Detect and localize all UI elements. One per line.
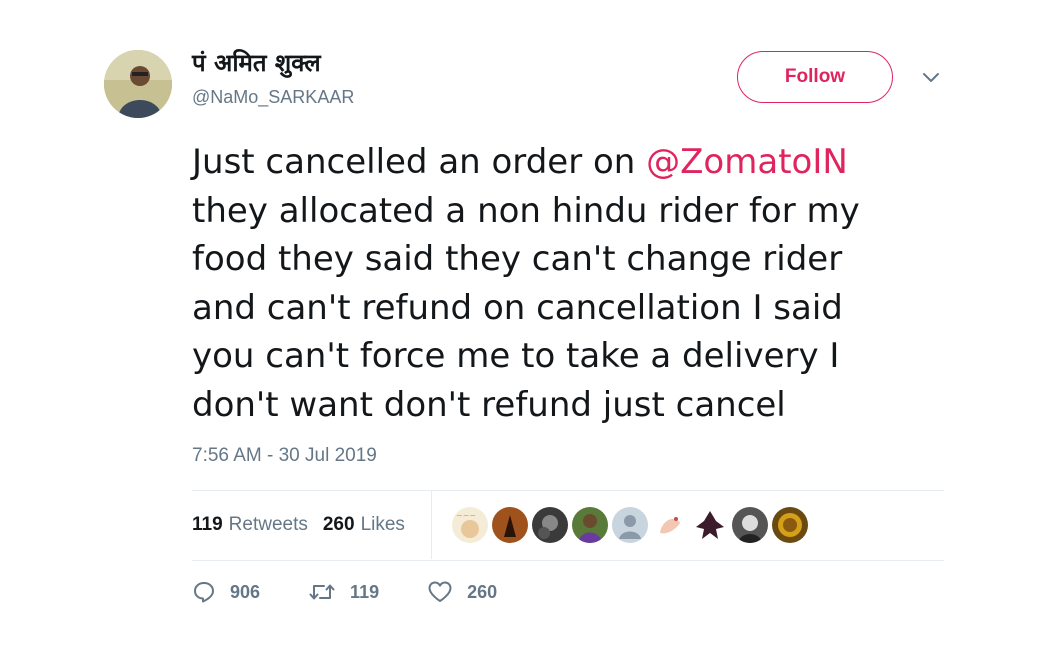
tweet-actions: 906 119 260 — [192, 580, 497, 604]
liker-avatar[interactable] — [692, 507, 728, 543]
retweet-action[interactable]: 119 — [308, 580, 379, 604]
tweet-line-text: Just cancelled an order on — [192, 142, 647, 182]
heart-icon — [428, 581, 452, 602]
liker-avatar[interactable] — [652, 507, 688, 543]
retweet-icon — [309, 584, 335, 600]
engagement-stats: 119 Retweets 260 Likes ~~~ — [192, 491, 944, 559]
tweet-line: you can't force me to take a delivery I — [192, 336, 840, 376]
author-name[interactable]: पं अमित शुक्ल — [192, 48, 321, 78]
retweets-label[interactable]: Retweets — [229, 514, 308, 536]
tweet-line: don't want don't refund just cancel — [192, 384, 786, 425]
reply-icon — [194, 582, 214, 603]
likes-count[interactable]: 260 — [323, 514, 355, 536]
reply-action[interactable]: 906 — [192, 580, 260, 604]
tweet-card: पं अमित शुक्ल @NaMo_SARKAAR Follow Just … — [0, 0, 1050, 650]
tweet-line: and can't refund on cancellation I said — [192, 287, 843, 328]
likes-label[interactable]: Likes — [361, 514, 405, 536]
liker-avatar[interactable] — [772, 507, 808, 543]
like-count: 260 — [467, 581, 498, 602]
reply-count: 906 — [230, 581, 261, 602]
liker-avatar[interactable] — [492, 507, 528, 543]
liker-avatar[interactable] — [572, 507, 608, 543]
chevron-down-icon[interactable] — [918, 68, 944, 88]
avatar-photo — [104, 50, 172, 118]
author-avatar[interactable] — [104, 50, 172, 118]
tweet-timestamp[interactable]: 7:56 AM - 30 Jul 2019 — [192, 445, 377, 467]
divider — [192, 560, 944, 561]
follow-button[interactable]: Follow — [737, 51, 893, 103]
tweet-line: they allocated a non hindu rider for my — [192, 190, 860, 231]
retweet-count: 119 — [350, 581, 380, 602]
mention-link[interactable]: @ZomatoIN — [646, 142, 848, 182]
liker-avatars: ~~~ — [452, 507, 812, 543]
liker-avatar[interactable] — [612, 507, 648, 543]
svg-text:~~~: ~~~ — [456, 511, 476, 520]
tweet-line: food they said they can't change rider — [192, 239, 843, 279]
tweet-line: Just cancelled an order on @ZomatoIN — [192, 138, 932, 187]
liker-avatar[interactable] — [532, 507, 568, 543]
stat-counts: 119 Retweets 260 Likes — [192, 491, 432, 559]
tweet-text: Just cancelled an order on @ZomatoIN the… — [192, 138, 932, 429]
liker-avatar[interactable] — [732, 507, 768, 543]
author-handle[interactable]: @NaMo_SARKAAR — [192, 86, 354, 108]
liker-avatar[interactable]: ~~~ — [452, 507, 488, 543]
retweets-count[interactable]: 119 — [192, 514, 223, 536]
like-action[interactable]: 260 — [427, 580, 497, 604]
